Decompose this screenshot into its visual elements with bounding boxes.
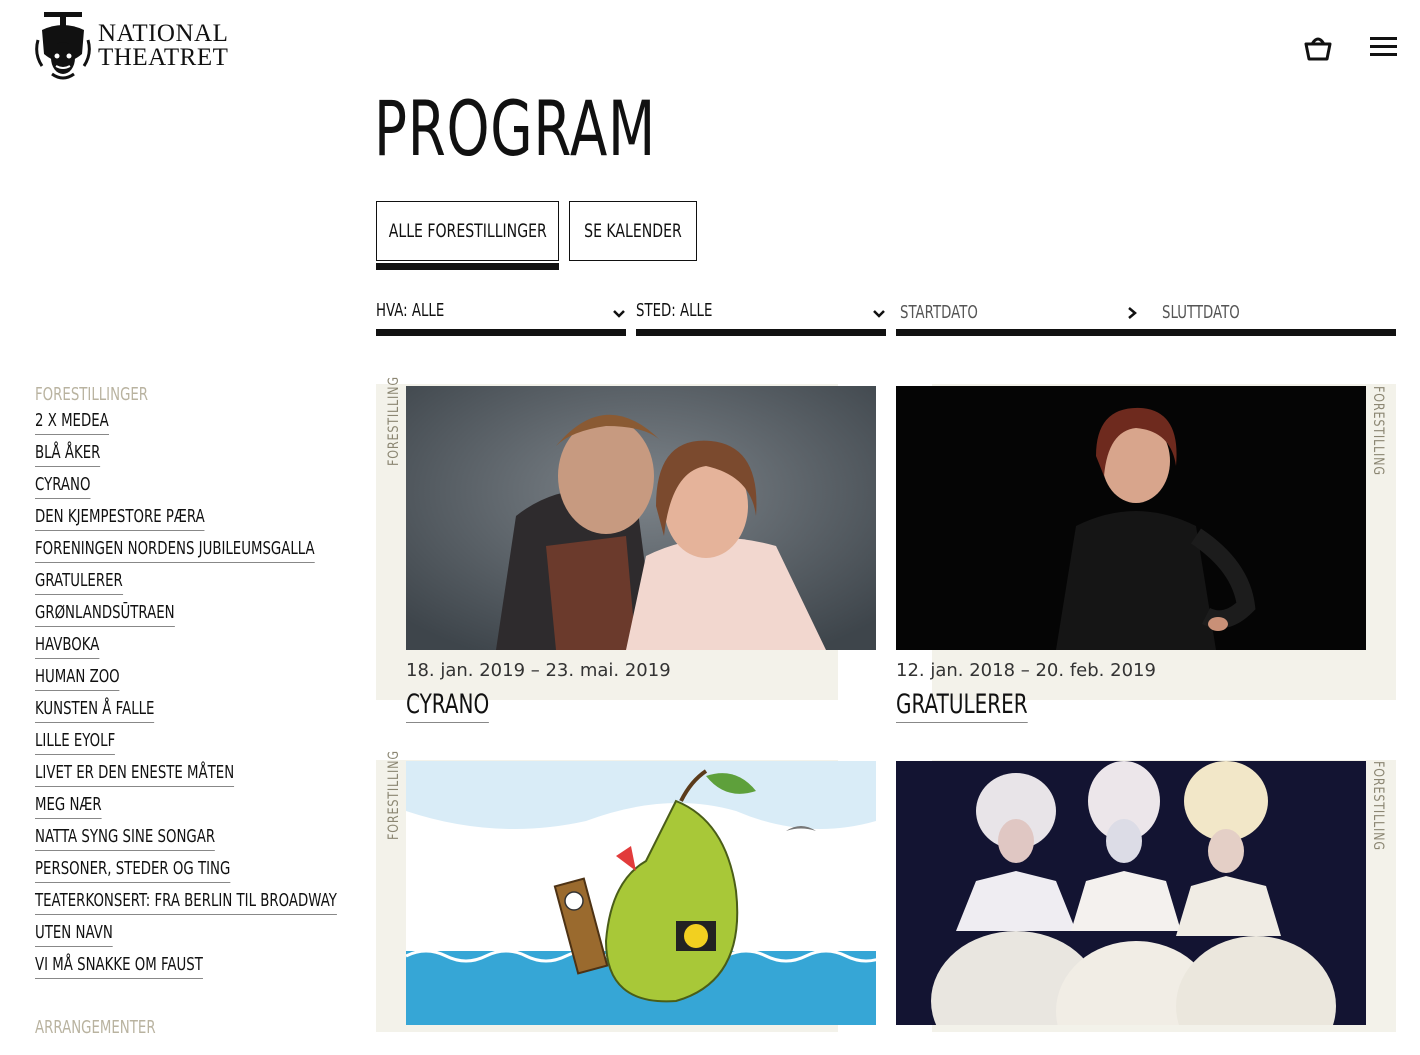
sidebar-item-link[interactable]: KUNSTEN Å FALLE [35,696,155,723]
sidebar-item-link[interactable]: HUMAN ZOO [35,664,120,691]
theatre-mask-logo-icon [35,12,91,80]
basket-icon [1304,37,1332,61]
card-title-link[interactable]: GRATULERER [896,688,1028,723]
sidebar-item-link[interactable]: GRØNLANDSŪTRAEN [35,600,175,627]
pear-illustration [406,761,876,1025]
filter-what-label: HVA: ALLE [376,300,445,321]
list-item: BLÅ ÅKER [35,440,355,472]
sidebar-performance-list: FORESTILLINGER 2 X MEDEA BLÅ ÅKER CYRANO… [35,384,355,984]
sidebar-item-link[interactable]: BLÅ ÅKER [35,440,101,467]
filter-underline [896,329,1396,336]
filter-underline [636,329,886,336]
sidebar-item-link[interactable]: GRATULERER [35,568,123,595]
list-item: NATTA SYNG SINE SONGAR [35,824,355,856]
sidebar-item-link[interactable]: TEATERKONSERT: FRA BERLIN TIL BROADWAY [35,888,337,915]
hamburger-icon [1370,37,1397,56]
logo-line-1: NATIONAL [98,20,229,47]
list-item: HUMAN ZOO [35,664,355,696]
list-item: GRØNLANDSŪTRAEN [35,600,355,632]
list-item: LIVET ER DEN ENESTE MÅTEN [35,760,355,792]
list-item: KUNSTEN Å FALLE [35,696,355,728]
sidebar-item-link[interactable]: UTEN NAVN [35,920,113,947]
list-item: TEATERKONSERT: FRA BERLIN TIL BROADWAY [35,888,355,920]
cart-button[interactable] [1303,34,1333,62]
sidebar-heading-events: ARRANGEMENTER [35,1017,156,1038]
end-date-field[interactable]: SLUTTDATO [1162,302,1240,323]
tab-all-label: ALLE FORESTILLINGER [388,220,547,242]
performers-photo [896,761,1366,1025]
list-item: PERSONER, STEDER OG TING [35,856,355,888]
date-range-filter: STARTDATO SLUTTDATO [896,300,1396,336]
tab-calendar-label: SE KALENDER [584,220,682,242]
chevron-down-icon [873,310,885,318]
sidebar-item-link[interactable]: HAVBOKA [35,632,100,659]
list-item: CYRANO [35,472,355,504]
sidebar-heading: FORESTILLINGER [35,384,149,405]
sidebar-item-link[interactable]: NATTA SYNG SINE SONGAR [35,824,216,851]
logo-line-2: THEATRET [98,44,229,71]
menu-button[interactable] [1370,36,1397,58]
gratulerer-photo [896,386,1366,650]
card-type-label: FORESTILLING [386,750,402,840]
tab-calendar[interactable]: SE KALENDER [569,201,697,261]
card-type-label: FORESTILLING [1370,761,1386,851]
start-date-field[interactable]: STARTDATO [900,302,978,323]
card-image-pear[interactable] [406,761,876,1025]
list-item: VI MÅ SNAKKE OM FAUST [35,952,355,984]
card-dates: 18. jan. 2019 – 23. mai. 2019 [406,660,671,681]
sidebar-item-link[interactable]: CYRANO [35,472,91,499]
card-image-performers[interactable] [896,761,1366,1025]
logo-wordmark: NATIONAL THEATRET [98,20,229,71]
sidebar-item-link[interactable]: VI MÅ SNAKKE OM FAUST [35,952,203,979]
tab-all-performances[interactable]: ALLE FORESTILLINGER [376,201,559,261]
card-title-link[interactable]: CYRANO [406,688,490,723]
card-type-label: FORESTILLING [386,376,402,466]
cyrano-photo [406,386,876,650]
sidebar-item-link[interactable]: LILLE EYOLF [35,728,116,755]
filter-what-dropdown[interactable]: HVA: ALLE [376,300,626,336]
site-logo[interactable]: NATIONAL THEATRET [34,10,228,82]
sidebar-item-link[interactable]: DEN KJEMPESTORE PÆRA [35,504,205,531]
filter-underline [376,329,626,336]
sidebar-item-link[interactable]: MEG NÆR [35,792,102,819]
filter-place-label: STED: ALLE [636,300,713,321]
chevron-down-icon [613,310,625,318]
sidebar-item-link[interactable]: 2 X MEDEA [35,408,109,435]
list-item: GRATULERER [35,568,355,600]
card-type-label: FORESTILLING [1370,386,1386,476]
sidebar-item-link[interactable]: FORENINGEN NORDENS JUBILEUMSGALLA [35,536,315,563]
list-item: HAVBOKA [35,632,355,664]
chevron-right-icon [1128,307,1137,319]
list-item: LILLE EYOLF [35,728,355,760]
list-item: 2 X MEDEA [35,408,355,440]
card-dates: 12. jan. 2018 – 20. feb. 2019 [896,660,1156,681]
active-tab-indicator [376,263,559,270]
list-item: MEG NÆR [35,792,355,824]
card-image-cyrano[interactable] [406,386,876,650]
list-item: DEN KJEMPESTORE PÆRA [35,504,355,536]
card-image-gratulerer[interactable] [896,386,1366,650]
list-item: UTEN NAVN [35,920,355,952]
sidebar-item-link[interactable]: PERSONER, STEDER OG TING [35,856,231,883]
filter-place-dropdown[interactable]: STED: ALLE [636,300,886,336]
sidebar-item-link[interactable]: LIVET ER DEN ENESTE MÅTEN [35,760,235,787]
page-title: PROGRAM [374,84,656,173]
list-item: FORENINGEN NORDENS JUBILEUMSGALLA [35,536,355,568]
